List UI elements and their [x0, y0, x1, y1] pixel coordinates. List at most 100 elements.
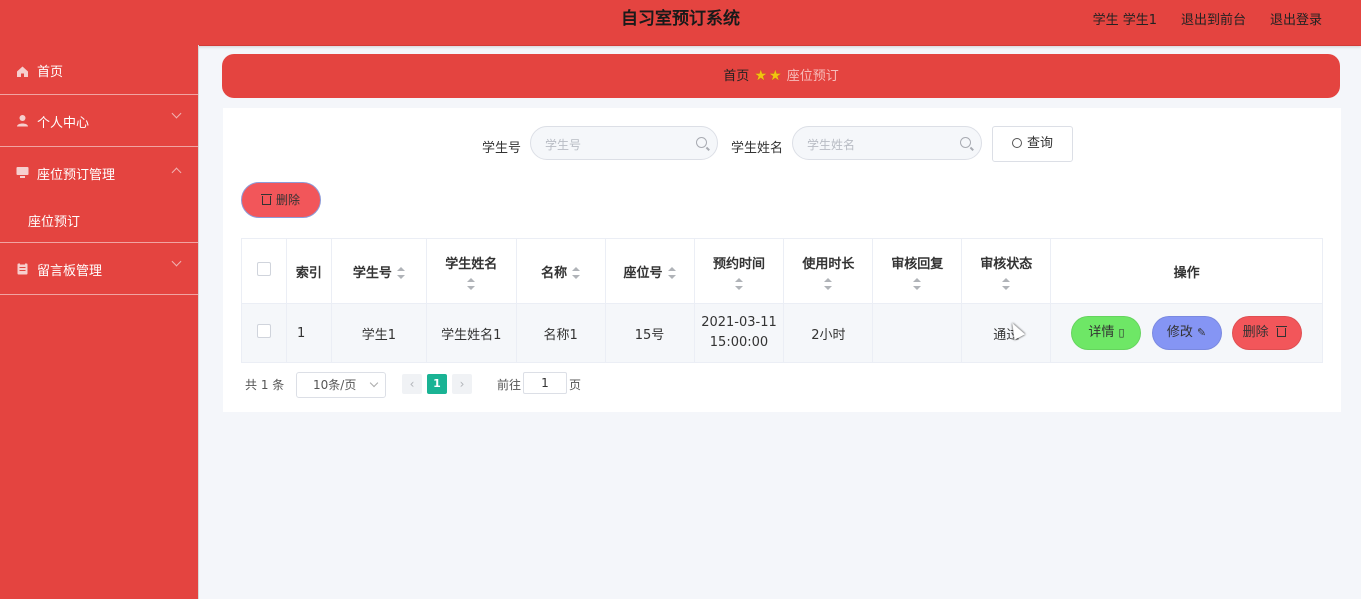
sort-icon[interactable] — [734, 277, 743, 290]
home-icon — [17, 66, 28, 77]
row-delete-button[interactable]: 删除 — [1231, 316, 1302, 350]
sidebar-item-home[interactable]: 首页 — [0, 45, 198, 95]
header-name[interactable]: 名称 — [515, 238, 606, 304]
sidebar-item-label: 座位预订管理 — [37, 168, 116, 183]
monitor-icon — [16, 167, 29, 178]
sidebar-item-message-board-management[interactable]: 留言板管理 — [0, 243, 198, 295]
reserve-date: 2021-03-11 — [701, 315, 777, 330]
search-icon — [1011, 138, 1022, 148]
header-label: 操作 — [1173, 265, 1200, 281]
pagination-total: 共 1 条 — [245, 378, 285, 392]
cell-actions: 详情 ▯ 修改 ✎ 删除 — [1050, 303, 1323, 363]
chevron-up-icon — [171, 167, 182, 178]
search-icon — [960, 137, 971, 148]
header-student-name[interactable]: 学生姓名 — [425, 238, 517, 304]
main-card: 学生号 学生号 学生姓名 学生姓名 查询 删除 索引 学生号 学生姓名 名称 座… — [223, 108, 1341, 412]
pencil-icon: ✎ — [1197, 326, 1207, 339]
exit-to-front-link[interactable]: 退出到前台 — [1181, 9, 1246, 28]
header-label: 审核回复 — [891, 256, 944, 272]
trash-icon — [1275, 326, 1287, 337]
prev-page-button[interactable]: ‹ — [402, 374, 422, 394]
cell-student-no: 学生1 — [330, 303, 427, 363]
trash-icon — [260, 194, 272, 205]
student-name-input[interactable]: 学生姓名 — [792, 126, 982, 160]
batch-delete-button[interactable]: 删除 — [241, 182, 321, 218]
top-bar: 自习室预订系统 学生 学生1 退出到前台 退出登录 — [0, 0, 1361, 46]
document-icon: ▯ — [1118, 326, 1125, 339]
student-name-placeholder: 学生姓名 — [807, 138, 856, 152]
star-icon: ★ — [754, 68, 767, 84]
chevron-down-icon — [171, 108, 182, 119]
header-student-no[interactable]: 学生号 — [330, 238, 427, 304]
logout-link[interactable]: 退出登录 — [1270, 9, 1322, 28]
detail-button[interactable]: 详情 ▯ — [1071, 316, 1142, 350]
header-reply[interactable]: 审核回复 — [872, 238, 963, 304]
breadcrumb-current: 座位预订 — [786, 69, 839, 84]
header-label: 学生姓名 — [445, 256, 498, 272]
header-label: 座位号 — [623, 265, 663, 281]
cell-reserve-time: 2021-03-11 15:00:00 — [693, 303, 785, 363]
cell-duration: 2小时 — [783, 303, 874, 363]
sidebar-item-personal-center[interactable]: 个人中心 — [0, 95, 198, 147]
sidebar-item-label: 个人中心 — [37, 116, 90, 131]
next-page-button[interactable]: › — [452, 374, 472, 394]
sidebar-item-label: 首页 — [37, 65, 64, 80]
row-select-cell — [241, 303, 287, 363]
reserve-time: 15:00:00 — [709, 335, 769, 350]
query-button[interactable]: 查询 — [992, 126, 1073, 162]
header-index: 索引 — [285, 238, 332, 304]
sort-icon[interactable] — [1002, 277, 1011, 290]
header-label: 学生号 — [352, 265, 392, 281]
sort-icon[interactable] — [572, 267, 581, 279]
header-label: 审核状态 — [980, 256, 1033, 272]
header-actions: 操作 — [1050, 238, 1323, 304]
user-icon — [17, 115, 28, 127]
cell-name: 名称1 — [515, 303, 606, 363]
sidebar: 首页 个人中心 座位预订管理 座位预订 留言板管理 — [0, 45, 199, 599]
reservation-table: 索引 学生号 学生姓名 名称 座位号 预约时间 使用时长 审核回复 审核状态 操… — [241, 238, 1323, 363]
cell-student-name: 学生姓名1 — [425, 303, 517, 363]
header-label: 使用时长 — [802, 256, 855, 272]
chevron-down-icon — [369, 378, 379, 388]
sidebar-item-seat-reservation-management[interactable]: 座位预订管理 — [0, 147, 198, 198]
header-reserve-time[interactable]: 预约时间 — [693, 238, 785, 304]
edit-label: 修改 — [1166, 325, 1193, 340]
header-status[interactable]: 审核状态 — [961, 238, 1052, 304]
table-header-row: 索引 学生号 学生姓名 名称 座位号 预约时间 使用时长 审核回复 审核状态 操… — [241, 238, 1323, 304]
top-links: 学生 学生1 退出到前台 退出登录 — [1093, 9, 1322, 28]
sort-icon[interactable] — [396, 267, 405, 279]
header-duration[interactable]: 使用时长 — [783, 238, 874, 304]
student-no-placeholder: 学生号 — [545, 138, 582, 152]
student-no-input[interactable]: 学生号 — [530, 126, 718, 160]
sidebar-subitem-seat-reservation[interactable]: 座位预订 — [0, 198, 198, 243]
breadcrumb: 首页 ★ ★ 座位预订 — [222, 54, 1340, 98]
sidebar-subitem-label: 座位预订 — [28, 215, 81, 230]
detail-label: 详情 — [1088, 325, 1115, 340]
student-no-label: 学生号 — [482, 141, 522, 156]
clipboard-icon — [17, 262, 28, 275]
header-seat-no[interactable]: 座位号 — [604, 238, 695, 304]
goto-label: 前往 — [497, 378, 522, 392]
sort-icon[interactable] — [824, 277, 833, 290]
sort-icon[interactable] — [467, 277, 476, 290]
header-label: 名称 — [541, 265, 568, 281]
breadcrumb-home[interactable]: 首页 — [723, 69, 749, 84]
row-checkbox[interactable] — [256, 324, 271, 338]
page-size-select[interactable]: 10条/页 — [296, 372, 386, 398]
cell-index: 1 — [285, 303, 332, 363]
edit-button[interactable]: 修改 ✎ — [1151, 316, 1222, 350]
row-delete-label: 删除 — [1242, 325, 1269, 340]
table-row: 1 学生1 学生姓名1 名称1 15号 2021-03-11 15:00:00 … — [241, 303, 1323, 363]
header-label: 预约时间 — [712, 256, 765, 272]
star-icon: ★ — [769, 68, 782, 84]
cell-seat-no: 15号 — [604, 303, 695, 363]
select-all-checkbox[interactable] — [256, 262, 271, 276]
query-button-label: 查询 — [1026, 136, 1053, 151]
sort-icon[interactable] — [913, 277, 922, 290]
sidebar-item-label: 留言板管理 — [37, 264, 103, 279]
current-page-button[interactable]: 1 — [427, 374, 447, 394]
goto-page-input[interactable]: 1 — [523, 372, 567, 394]
page-unit-label: 页 — [569, 378, 582, 392]
sort-icon[interactable] — [667, 267, 676, 279]
student-name-label: 学生姓名 — [731, 141, 784, 156]
